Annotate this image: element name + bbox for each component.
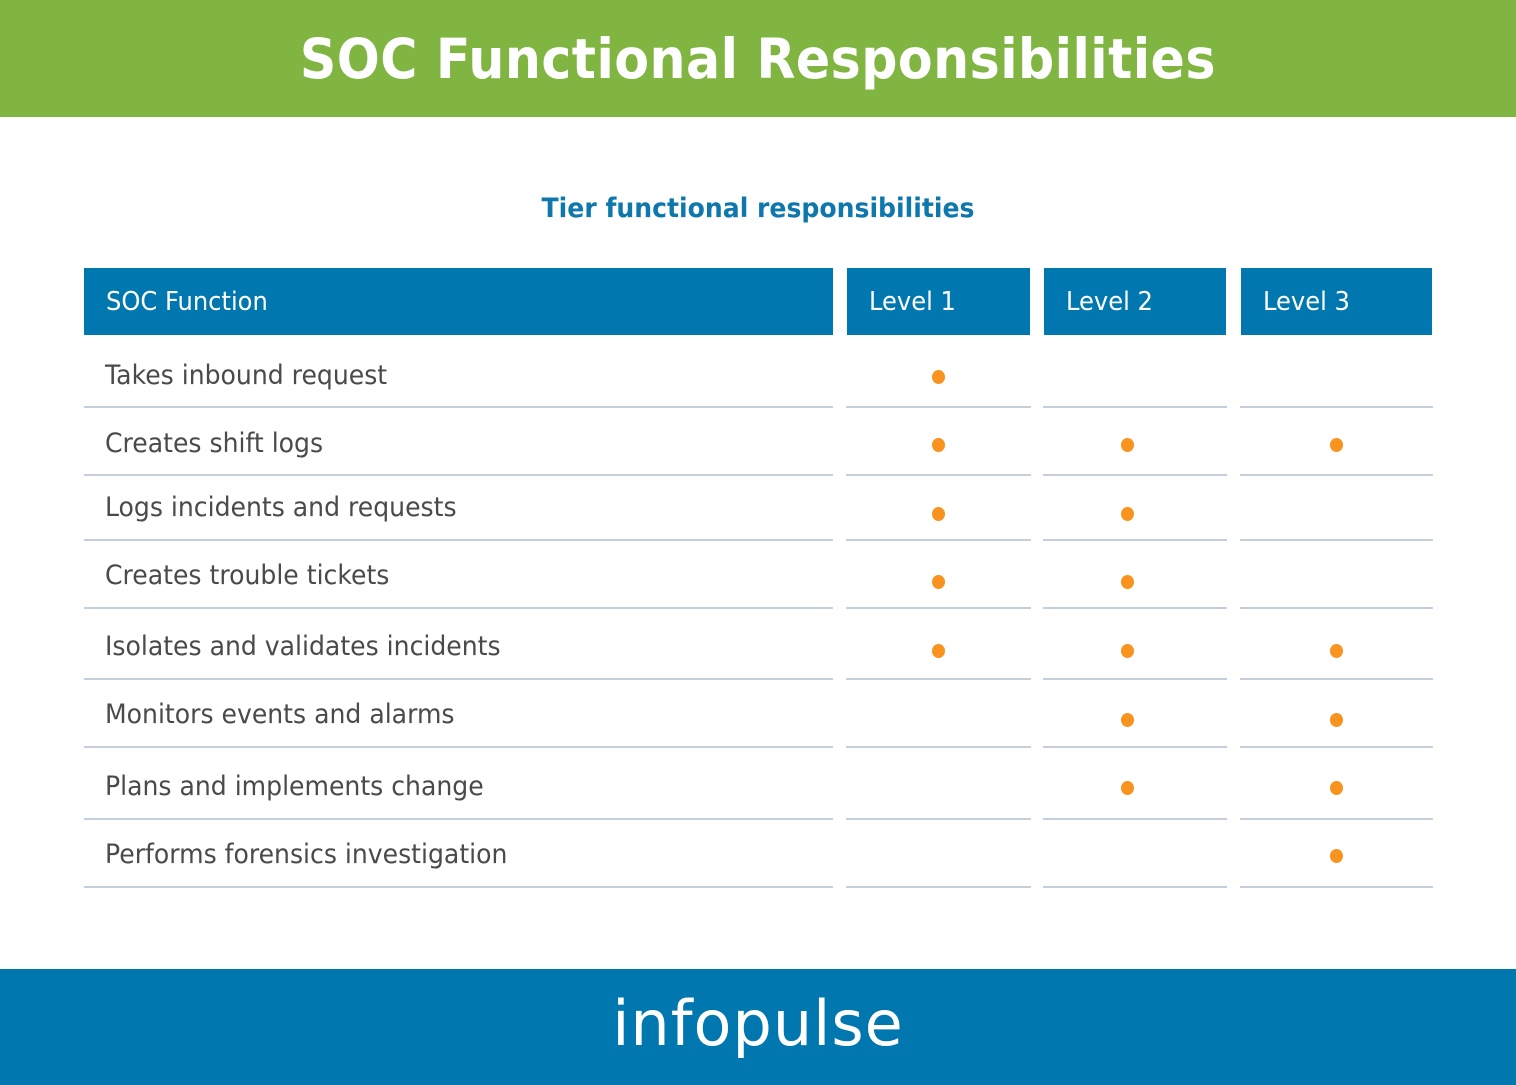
row-divider: [1043, 607, 1227, 609]
row-divider: [1240, 607, 1433, 609]
soc-function-label: Monitors events and alarms: [105, 699, 455, 730]
column-header-label: Level 1: [869, 286, 956, 317]
row-divider: [84, 539, 833, 541]
responsibility-marker-level-3: [1330, 438, 1343, 452]
footer-banner: infopulse: [0, 969, 1516, 1085]
row-divider: [1043, 406, 1227, 408]
soc-function-label: Isolates and validates incidents: [105, 631, 501, 662]
column-header-soc-function: SOC Function: [84, 268, 833, 335]
row-divider: [1240, 678, 1433, 680]
row-divider: [846, 746, 1031, 748]
row-divider: [84, 678, 833, 680]
row-divider: [84, 886, 833, 888]
infopulse-logo: infopulse: [612, 986, 904, 1060]
column-header-level-1: Level 1: [847, 268, 1030, 335]
row-divider: [1240, 539, 1433, 541]
title-banner: SOC Functional Responsibilities: [0, 0, 1516, 117]
responsibility-marker-level-2: [1121, 713, 1134, 727]
responsibility-marker-level-3: [1330, 781, 1343, 795]
row-divider: [1240, 746, 1433, 748]
row-divider: [846, 886, 1031, 888]
row-divider: [84, 746, 833, 748]
soc-function-label: Logs incidents and requests: [105, 492, 457, 523]
responsibility-marker-level-1: [932, 370, 945, 384]
row-divider: [846, 406, 1031, 408]
responsibility-marker-level-3: [1330, 644, 1343, 658]
column-header-label: Level 2: [1066, 286, 1153, 317]
row-divider: [1043, 474, 1227, 476]
responsibility-marker-level-2: [1121, 575, 1134, 589]
row-divider: [84, 474, 833, 476]
row-divider: [846, 474, 1031, 476]
page-title: SOC Functional Responsibilities: [299, 26, 1217, 91]
row-divider: [846, 607, 1031, 609]
row-divider: [846, 678, 1031, 680]
row-divider: [84, 818, 833, 820]
soc-function-label: Plans and implements change: [105, 771, 484, 802]
row-divider: [1240, 886, 1433, 888]
row-divider: [1240, 406, 1433, 408]
responsibility-marker-level-2: [1121, 644, 1134, 658]
responsibility-marker-level-2: [1121, 781, 1134, 795]
responsibility-marker-level-1: [932, 575, 945, 589]
column-header-level-3: Level 3: [1241, 268, 1432, 335]
responsibility-marker-level-2: [1121, 507, 1134, 521]
row-divider: [1043, 818, 1227, 820]
column-header-level-2: Level 2: [1044, 268, 1226, 335]
row-divider: [84, 406, 833, 408]
row-divider: [1240, 474, 1433, 476]
responsibility-marker-level-2: [1121, 438, 1134, 452]
row-divider: [1043, 539, 1227, 541]
row-divider: [1043, 678, 1227, 680]
responsibility-marker-level-1: [932, 644, 945, 658]
responsibility-marker-level-1: [932, 438, 945, 452]
responsibility-marker-level-3: [1330, 849, 1343, 863]
row-divider: [1240, 818, 1433, 820]
soc-function-label: Creates trouble tickets: [105, 560, 390, 591]
row-divider: [846, 818, 1031, 820]
row-divider: [1043, 886, 1227, 888]
row-divider: [84, 607, 833, 609]
table-caption: Tier functional responsibilities: [541, 193, 975, 224]
soc-function-label: Performs forensics investigation: [105, 839, 508, 870]
soc-function-label: Takes inbound request: [105, 360, 388, 391]
column-header-label: Level 3: [1263, 286, 1350, 317]
row-divider: [1043, 746, 1227, 748]
responsibility-marker-level-3: [1330, 713, 1343, 727]
responsibility-marker-level-1: [932, 507, 945, 521]
soc-function-label: Creates shift logs: [105, 428, 324, 459]
column-header-label: SOC Function: [106, 286, 268, 317]
row-divider: [846, 539, 1031, 541]
